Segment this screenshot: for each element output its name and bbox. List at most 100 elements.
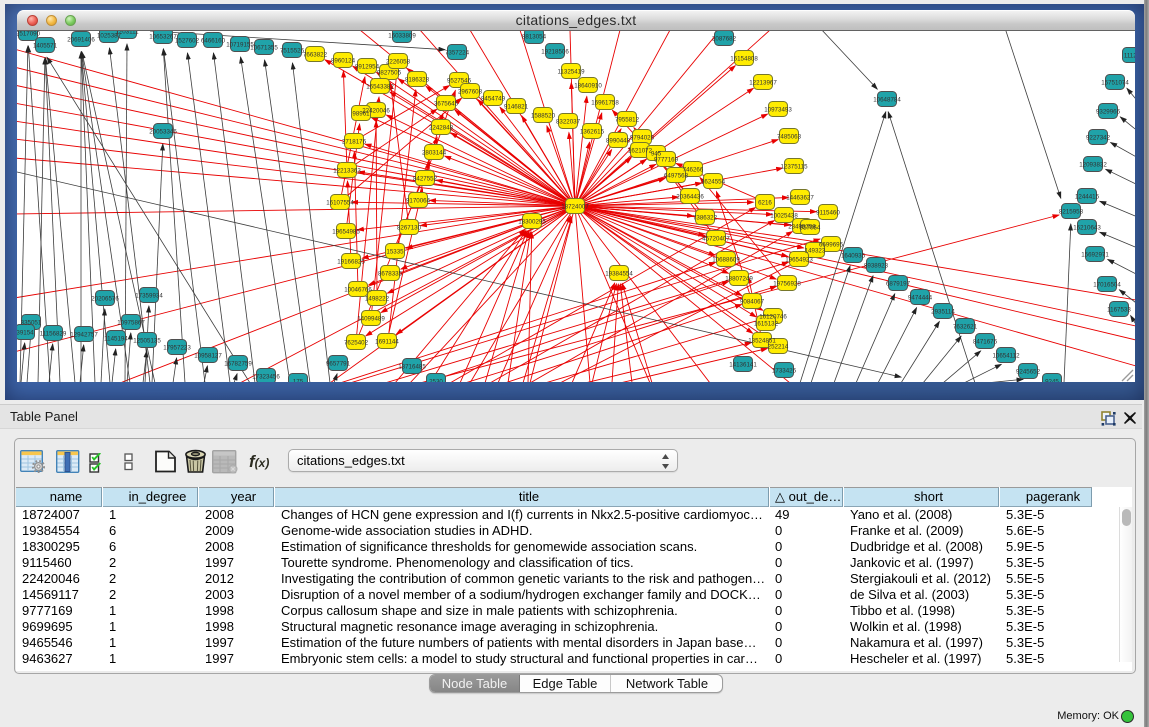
svg-text:9794028: 9794028 (630, 135, 655, 142)
svg-text:8454749: 8454749 (481, 96, 506, 103)
svg-text:1733426: 1733426 (772, 368, 797, 375)
svg-text:1405571: 1405571 (33, 43, 58, 50)
svg-text:14099489: 14099489 (357, 316, 385, 323)
svg-text:18640910: 18640910 (574, 83, 602, 90)
svg-text:9170064: 9170064 (406, 198, 431, 205)
svg-text:8938923: 8938923 (864, 263, 889, 270)
svg-text:1244415: 1244415 (1075, 194, 1100, 201)
svg-text:2718176: 2718176 (342, 139, 367, 146)
svg-text:2935114: 2935114 (931, 309, 955, 316)
svg-text:6466160: 6466160 (201, 38, 226, 45)
svg-text:6216: 6216 (758, 200, 772, 207)
svg-text:9227342: 9227342 (1086, 135, 1111, 142)
svg-text:10671355: 10671355 (250, 45, 278, 52)
svg-text:8267130: 8267130 (397, 225, 422, 232)
svg-text:7515526: 7515526 (280, 48, 305, 55)
svg-text:10973493: 10973493 (764, 107, 792, 114)
svg-text:8960124: 8960124 (331, 58, 356, 65)
svg-text:149323: 149323 (805, 248, 826, 255)
svg-text:9146821: 9146821 (504, 104, 529, 111)
svg-text:2226058: 2226058 (386, 59, 411, 66)
svg-text:2517090: 2517090 (17, 31, 41, 38)
svg-text:7485063: 7485063 (777, 134, 802, 141)
svg-text:6497568: 6497568 (664, 173, 689, 180)
svg-text:9827505: 9827505 (377, 70, 402, 77)
svg-text:20206576: 20206576 (91, 296, 119, 303)
svg-text:16961758: 16961758 (591, 100, 619, 107)
svg-text:12505135: 12505135 (133, 338, 161, 345)
svg-text:2530: 2530 (429, 379, 443, 383)
svg-text:19218506: 19218506 (541, 49, 569, 56)
svg-text:1588520: 1588520 (531, 113, 556, 120)
svg-text:18300295: 18300295 (518, 219, 546, 226)
svg-text:1362615: 1362615 (580, 129, 605, 136)
svg-text:12942757: 12942757 (70, 332, 98, 339)
svg-text:10653267: 10653267 (149, 34, 177, 41)
svg-text:8678335: 8678335 (378, 271, 403, 278)
svg-text:11122: 11122 (1124, 53, 1135, 60)
svg-text:9245652: 9245652 (1016, 369, 1041, 376)
svg-text:335051: 335051 (21, 320, 42, 327)
svg-text:1640935: 1640935 (841, 253, 866, 260)
svg-text:8427552: 8427552 (413, 176, 438, 183)
svg-text:1498222: 1498222 (365, 296, 390, 303)
svg-text:12375115: 12375115 (780, 164, 808, 171)
svg-text:1203111: 1203111 (115, 31, 139, 36)
svg-text:9777169: 9777169 (654, 157, 679, 164)
svg-text:20691406: 20691406 (67, 37, 95, 44)
svg-text:20053346: 20053346 (149, 129, 177, 136)
svg-text:15692971: 15692971 (1081, 252, 1109, 259)
svg-text:7386322: 7386322 (693, 215, 718, 222)
svg-text:10025438: 10025438 (770, 213, 798, 220)
svg-text:8912954: 8912954 (355, 64, 380, 71)
svg-text:10975867: 10975867 (117, 320, 145, 327)
svg-text:8990448: 8990448 (606, 138, 631, 145)
svg-text:16210643: 16210643 (1073, 225, 1101, 232)
svg-text:2087682: 2087682 (712, 36, 737, 43)
svg-text:8813054: 8813054 (522, 34, 547, 41)
svg-text:17323456: 17323456 (252, 374, 280, 381)
svg-text:10046766: 10046766 (344, 287, 372, 294)
svg-text:9657791: 9657791 (326, 361, 351, 368)
svg-text:11156829: 11156829 (40, 331, 67, 338)
svg-text:17016504: 17016504 (1093, 282, 1121, 289)
svg-text:7625402: 7625402 (344, 340, 369, 347)
svg-text:7955812: 7955812 (615, 117, 640, 124)
svg-text:19654923: 19654923 (785, 257, 813, 264)
svg-text:12213363: 12213363 (333, 168, 361, 175)
svg-text:16033809: 16033809 (388, 33, 416, 40)
svg-text:15335: 15335 (386, 249, 404, 256)
svg-text:2242848: 2242848 (429, 125, 454, 132)
svg-text:9474444: 9474444 (908, 295, 933, 302)
svg-text:10688609: 10688609 (712, 257, 740, 264)
svg-text:175: 175 (293, 379, 304, 383)
svg-text:18807249: 18807249 (725, 276, 753, 283)
svg-text:9245: 9245 (1045, 379, 1059, 383)
svg-text:14463627: 14463627 (786, 195, 814, 202)
svg-text:16782759: 16782759 (224, 361, 252, 368)
svg-text:16107554: 16107554 (326, 200, 354, 207)
svg-text:1621072: 1621072 (628, 148, 653, 155)
svg-text:8215958: 8215958 (1059, 209, 1084, 216)
svg-text:16120746: 16120746 (759, 314, 787, 321)
svg-text:16154808: 16154808 (730, 56, 758, 63)
svg-text:7632621: 7632621 (953, 324, 978, 331)
svg-text:17957223: 17957223 (163, 345, 191, 352)
svg-text:7357224: 7357224 (445, 50, 470, 57)
svg-text:6879197: 6879197 (886, 281, 911, 288)
svg-text:9527546: 9527546 (447, 78, 472, 85)
svg-text:14136141: 14136141 (729, 362, 757, 369)
svg-text:9329966: 9329966 (1096, 109, 1121, 116)
svg-text:2967608: 2967608 (458, 89, 483, 96)
svg-text:3675645: 3675645 (434, 101, 459, 108)
svg-text:11325419: 11325419 (557, 69, 585, 76)
svg-text:8471676: 8471676 (973, 339, 998, 346)
svg-text:16543382: 16543382 (366, 84, 394, 91)
svg-text:19166825: 19166825 (337, 259, 365, 266)
svg-text:1615132: 1615132 (754, 321, 779, 328)
svg-text:39154: 39154 (17, 330, 34, 337)
svg-text:18724007: 18724007 (561, 204, 589, 211)
svg-text:98961: 98961 (352, 111, 370, 118)
svg-text:9115460: 9115460 (816, 210, 840, 217)
svg-text:2803144: 2803144 (422, 150, 447, 157)
